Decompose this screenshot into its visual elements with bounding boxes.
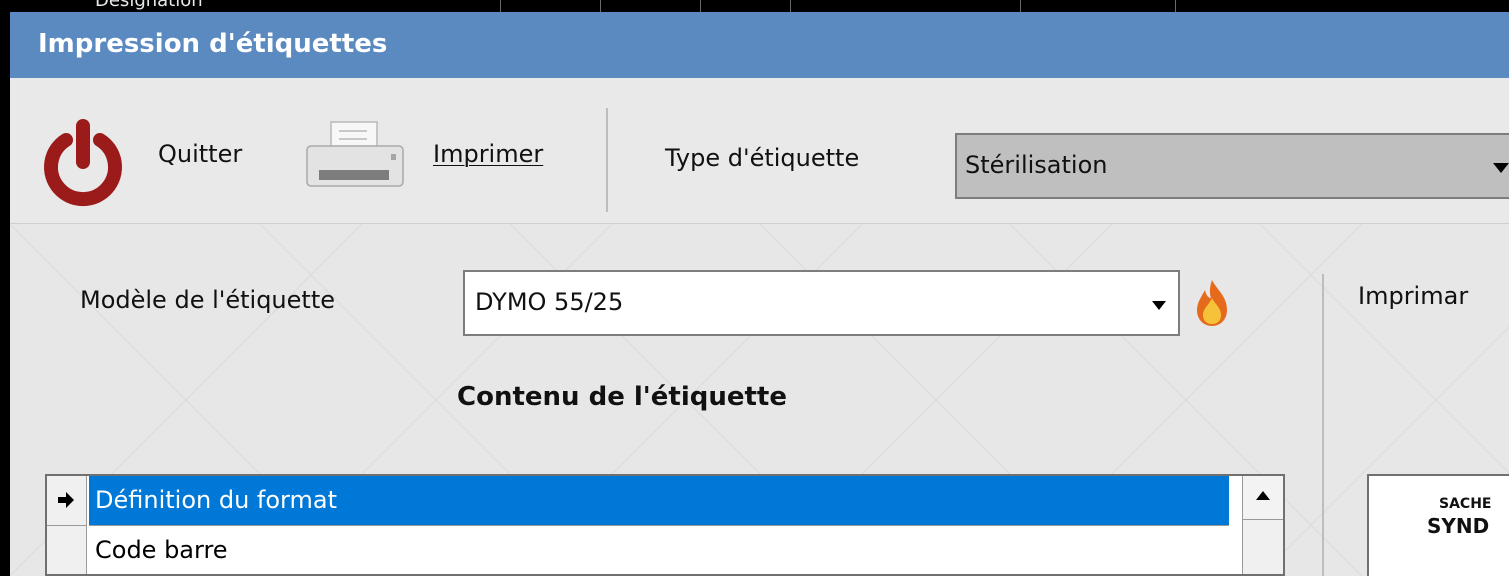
power-icon[interactable] (38, 118, 128, 208)
quit-button[interactable]: Quitter (158, 140, 242, 168)
title-bar[interactable]: Impression d'étiquettes (10, 12, 1509, 78)
row-indicator (47, 526, 87, 574)
chevron-down-icon[interactable] (1493, 163, 1509, 173)
printer-icon[interactable] (305, 118, 405, 198)
printer-label: Imprimar (1358, 282, 1469, 310)
toolbar-separator (606, 108, 608, 212)
flame-icon[interactable] (1193, 278, 1231, 328)
content-list: Définition du format Code barre (45, 474, 1285, 576)
content-section-title: Contenu de l'étiquette (457, 382, 787, 412)
list-item[interactable]: Définition du format (47, 476, 1247, 526)
model-select[interactable]: DYMO 55/25 (463, 270, 1180, 336)
list-scrollbar[interactable] (1242, 476, 1283, 574)
label-type-value: Stérilisation (965, 151, 1108, 179)
preview-line-1: SACHE (1439, 496, 1492, 512)
label-preview: SACHE SYND (1367, 474, 1509, 576)
row-indicator (47, 476, 87, 526)
list-item-label: Code barre (89, 526, 1229, 574)
panel-separator (1322, 274, 1324, 576)
list-item[interactable]: Code barre (47, 526, 1247, 574)
list-item-label: Définition du format (89, 476, 1229, 526)
chevron-down-icon[interactable] (1152, 301, 1166, 310)
model-label: Modèle de l'étiquette (80, 286, 335, 314)
background-column-header: Désignation (95, 0, 203, 11)
arrow-right-icon (58, 492, 74, 508)
scroll-up-button[interactable] (1243, 476, 1283, 520)
model-value: DYMO 55/25 (475, 288, 624, 316)
label-type-label: Type d'étiquette (665, 144, 860, 172)
main-panel: Modèle de l'étiquette DYMO 55/25 Contenu… (10, 224, 1509, 576)
label-type-select[interactable]: Stérilisation (955, 133, 1509, 199)
label-printing-dialog: Impression d'étiquettes Quitter Imprimer… (10, 12, 1509, 576)
print-button[interactable]: Imprimer (433, 140, 543, 168)
toolbar: Quitter Imprimer Type d'étiquette Stéril… (10, 78, 1509, 224)
preview-line-2: SYND (1427, 514, 1490, 538)
window-title: Impression d'étiquettes (38, 29, 388, 59)
background-window-strip: Désignation (0, 0, 1509, 12)
arrow-up-icon (1256, 491, 1270, 500)
